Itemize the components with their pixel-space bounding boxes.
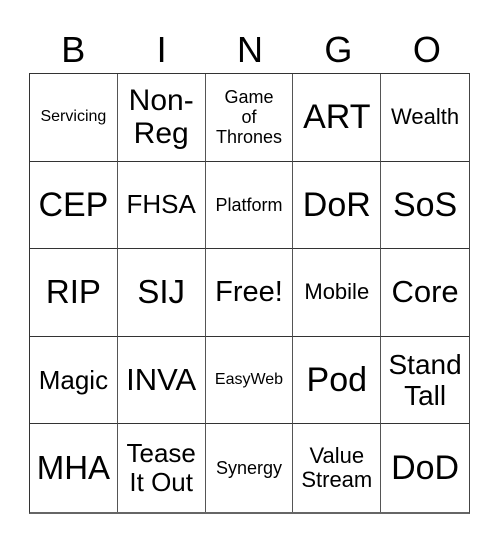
bingo-cell-label: Tease It Out [126,438,196,498]
bingo-cell[interactable]: Wealth [381,74,469,162]
bingo-cell-label: RIP [45,273,101,311]
bingo-cell-label: Servicing [40,108,107,126]
bingo-cell[interactable]: Mobile [293,249,382,337]
bingo-cell-label: DoR [302,185,371,224]
bingo-cell-label: MHA [36,448,111,486]
bingo-cell[interactable]: RIP [30,249,118,337]
bingo-cell-label: Core [391,274,459,310]
bingo-cell-label: FHSA [126,189,196,220]
bingo-cell-label: Platform [215,194,283,215]
bingo-cell-label: SIJ [137,273,186,311]
bingo-cell[interactable]: SoS [381,162,469,250]
bingo-cell[interactable]: Magic [30,336,118,425]
bingo-cell-label: CEP [38,185,109,224]
bingo-cell[interactable]: Servicing [30,74,118,162]
bingo-cell[interactable]: Value Stream [293,424,382,512]
bingo-cell[interactable]: Stand Tall [381,337,469,425]
bingo-cell-label: INVA [126,361,197,397]
bingo-cell[interactable]: SIJ [117,249,206,337]
bingo-cell[interactable]: DoR [293,161,382,250]
bingo-card-grid: Servicing Non- Reg Game of Thrones ART Wealt… [29,73,470,514]
bingo-cell[interactable]: Core [381,249,469,337]
bingo-cell-label: Mobile [304,279,370,305]
bingo-cell[interactable]: ART [293,74,382,162]
bingo-cell[interactable]: Platform [205,161,294,250]
bingo-cell-label: EasyWeb [214,371,284,389]
bingo-cell-label: Non- Reg [128,83,194,151]
bingo-cell[interactable]: CEP [30,161,118,250]
bingo-cell[interactable]: Game of Thrones [205,74,294,162]
bingo-cell-label: Value Stream [301,442,373,493]
header-letter-b: B [61,29,86,70]
bingo-cell[interactable]: Pod [293,336,382,425]
bingo-cell[interactable]: Non- Reg [117,74,206,162]
bingo-cell-label: ART [303,98,371,137]
bingo-cell-label: Pod [306,361,368,400]
header-letter-g: G [324,29,353,70]
bingo-cell[interactable]: EasyWeb [205,336,294,425]
header-letter-i: I [156,29,167,70]
bingo-cell-label: Free! [215,276,283,309]
bingo-cell-label: SoS [392,185,458,224]
header-letter-o: O [412,29,441,70]
bingo-header: B I N G O [29,28,471,72]
bingo-cell-label: Game of Thrones [215,87,283,148]
bingo-cell[interactable]: Tease It Out [118,424,206,512]
bingo-cell-label: Stand Tall [388,348,462,412]
bingo-cell-label: Magic [38,364,109,395]
bingo-cell-label: Synergy [215,458,283,479]
header-letter-n: N [237,29,264,70]
bingo-cell[interactable]: DoD [381,424,469,512]
bingo-cell-label: DoD [391,449,460,488]
bingo-cell[interactable]: INVA [117,336,206,425]
bingo-cell[interactable]: MHA [30,424,118,512]
bingo-cell-label: Wealth [391,103,460,129]
bingo-cell[interactable]: FHSA [117,161,206,250]
bingo-cell[interactable]: Synergy [206,424,294,512]
bingo-cell[interactable]: Free! [205,249,294,337]
